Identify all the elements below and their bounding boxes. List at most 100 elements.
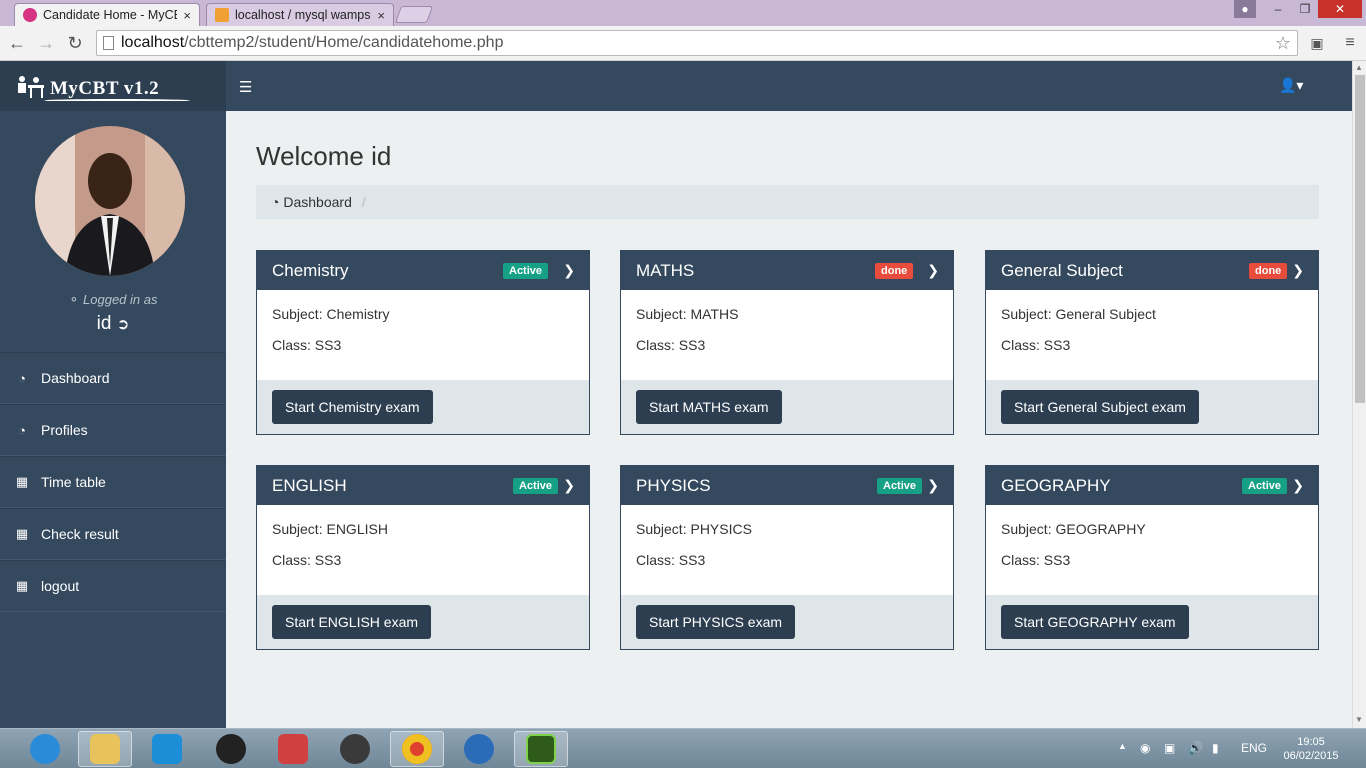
extension-icon[interactable]: ▣ bbox=[1306, 31, 1328, 55]
card-body: Subject: MATHS Class: SS3 bbox=[621, 290, 953, 380]
sidebar-item-dashboard[interactable]: ◔ Dashboard bbox=[0, 352, 226, 404]
close-tab-icon[interactable]: × bbox=[377, 8, 385, 23]
menu-toggle-icon[interactable]: ☰ bbox=[239, 78, 252, 96]
bookmark-star-icon[interactable]: ☆ bbox=[1275, 31, 1291, 55]
browser-tab-strip: Candidate Home - MyCBT × localhost / mys… bbox=[0, 0, 1366, 26]
start-exam-button[interactable]: Start PHYSICS exam bbox=[636, 605, 796, 639]
status-badge: Active bbox=[503, 263, 549, 279]
chevron-down-icon[interactable]: ❯ bbox=[927, 466, 939, 505]
exam-card-maths: MATHS done ❯ Subject: MATHS Class: SS3 S… bbox=[620, 250, 954, 435]
card-body: Subject: GEOGRAPHY Class: SS3 bbox=[986, 505, 1318, 595]
username: id bbox=[96, 313, 112, 334]
start-exam-button[interactable]: Start ENGLISH exam bbox=[272, 605, 432, 639]
breadcrumb-dashboard[interactable]: Dashboard bbox=[283, 194, 352, 210]
network-icon[interactable]: ▣ bbox=[1164, 741, 1175, 755]
tab-phpmyadmin[interactable]: localhost / mysql wampse × bbox=[206, 3, 394, 26]
chevron-down-icon[interactable]: ❯ bbox=[1292, 251, 1304, 290]
brand-title: MyCBT v1.2 bbox=[50, 78, 160, 99]
back-icon[interactable]: ← bbox=[5, 31, 29, 55]
sign-out-icon[interactable]: ➲ bbox=[117, 316, 130, 333]
card-class: Class: SS3 bbox=[636, 552, 706, 568]
scroll-thumb[interactable] bbox=[1355, 75, 1365, 403]
avatar bbox=[35, 126, 185, 276]
rocket-app-icon[interactable] bbox=[140, 731, 194, 767]
page-icon bbox=[103, 36, 114, 50]
show-hidden-icons-icon[interactable]: ▲ bbox=[1118, 741, 1127, 751]
chevron-down-icon[interactable]: ❯ bbox=[563, 251, 575, 290]
students-logo-icon bbox=[18, 76, 44, 98]
calendar-icon: ▦ bbox=[15, 526, 29, 541]
logged-in-label: ⚬ Logged in as bbox=[68, 292, 158, 307]
close-window-button[interactable]: ✕ bbox=[1318, 0, 1362, 18]
exam-card-general-subject: General Subject done ❯ Subject: General … bbox=[985, 250, 1319, 435]
pma-favicon-icon bbox=[215, 8, 229, 22]
card-body: Subject: PHYSICS Class: SS3 bbox=[621, 505, 953, 595]
profile-icon[interactable]: ● bbox=[1234, 0, 1256, 18]
ie-icon[interactable] bbox=[18, 731, 72, 767]
username-row: id ➲ bbox=[0, 313, 226, 335]
card-footer: Start Chemistry exam bbox=[257, 380, 589, 434]
dreamweaver-icon[interactable] bbox=[514, 731, 568, 767]
power-icon[interactable]: ▮ bbox=[1212, 741, 1219, 755]
reload-icon[interactable]: ↻ bbox=[63, 31, 87, 55]
url-host: localhost bbox=[121, 34, 185, 51]
scroll-up-icon[interactable]: ▲ bbox=[1355, 63, 1363, 72]
brand-underline bbox=[44, 99, 190, 102]
chevron-down-icon[interactable]: ❯ bbox=[927, 251, 939, 290]
volume-icon[interactable]: 🔊 bbox=[1188, 741, 1203, 755]
calendar-icon: ▦ bbox=[15, 578, 29, 593]
sidebar-item-time-table[interactable]: ▦ Time table bbox=[0, 456, 226, 508]
puzzle-app-icon[interactable] bbox=[266, 731, 320, 767]
sidebar-item-check-result[interactable]: ▦ Check result bbox=[0, 508, 226, 560]
maximize-button[interactable]: ❐ bbox=[1292, 0, 1318, 18]
brand-logo[interactable]: MyCBT v1.2 bbox=[0, 61, 226, 111]
start-exam-button[interactable]: Start General Subject exam bbox=[1001, 390, 1199, 424]
forward-icon[interactable]: → bbox=[34, 31, 58, 55]
card-title: PHYSICS bbox=[636, 476, 711, 495]
scroll-down-icon[interactable]: ▼ bbox=[1355, 715, 1363, 724]
url-path: /cbttemp2/student/Home/candidatehome.php bbox=[184, 34, 504, 51]
sidebar-item-label: Profiles bbox=[41, 422, 88, 438]
start-exam-button[interactable]: Start MATHS exam bbox=[636, 390, 782, 424]
taskbar: ▲ ◉ ▣ 🔊 ▮ ENG 19:05 06/02/2015 bbox=[0, 728, 1366, 768]
exam-card-physics: PHYSICS Active ❯ Subject: PHYSICS Class:… bbox=[620, 465, 954, 650]
chrome-menu-icon[interactable]: ≡ bbox=[1338, 31, 1362, 55]
card-header: Chemistry Active ❯ bbox=[257, 251, 589, 290]
browser-toolbar: ← → ↻ localhost/cbttemp2/student/Home/ca… bbox=[0, 26, 1366, 61]
chevron-down-icon[interactable]: ❯ bbox=[1292, 466, 1304, 505]
card-title: GEOGRAPHY bbox=[1001, 476, 1111, 495]
tray-app-icon[interactable]: ◉ bbox=[1140, 741, 1150, 755]
start-exam-button[interactable]: Start Chemistry exam bbox=[272, 390, 433, 424]
tab-title: localhost / mysql wampse bbox=[235, 8, 372, 22]
browser-app-icon[interactable] bbox=[452, 731, 506, 767]
start-exam-button[interactable]: Start GEOGRAPHY exam bbox=[1001, 605, 1189, 639]
chrome-icon[interactable] bbox=[390, 731, 444, 767]
address-bar[interactable]: localhost/cbttemp2/student/Home/candidat… bbox=[96, 30, 1298, 56]
site-favicon-icon bbox=[23, 8, 37, 22]
webcam-app-icon[interactable] bbox=[204, 731, 258, 767]
file-explorer-icon[interactable] bbox=[78, 731, 132, 767]
sidebar-item-profiles[interactable]: ◔ Profiles bbox=[0, 404, 226, 456]
language-indicator[interactable]: ENG bbox=[1241, 741, 1267, 755]
dashboard-icon: ◔ bbox=[18, 370, 26, 386]
tab-candidate-home[interactable]: Candidate Home - MyCBT × bbox=[14, 3, 200, 26]
card-title: General Subject bbox=[1001, 261, 1123, 280]
card-header: MATHS done ❯ bbox=[621, 251, 953, 290]
page-scrollbar[interactable]: ▲ ▼ bbox=[1352, 61, 1366, 728]
new-tab-button[interactable] bbox=[394, 6, 434, 23]
minimize-button[interactable]: – bbox=[1264, 0, 1292, 18]
card-body: Subject: ENGLISH Class: SS3 bbox=[257, 505, 589, 595]
sidebar-item-label: Check result bbox=[41, 526, 119, 542]
card-class: Class: SS3 bbox=[272, 552, 342, 568]
hp-icon[interactable] bbox=[328, 731, 382, 767]
page-title: Welcome id bbox=[256, 141, 392, 171]
clock-time: 19:05 bbox=[1297, 736, 1325, 748]
sidebar-item-logout[interactable]: ▦ logout bbox=[0, 560, 226, 612]
status-badge: Active bbox=[877, 478, 923, 494]
user-menu-dropdown[interactable]: 👤▾ bbox=[1279, 77, 1303, 94]
chevron-down-icon[interactable]: ❯ bbox=[563, 466, 575, 505]
close-tab-icon[interactable]: × bbox=[183, 8, 191, 23]
sidebar-nav: ◔ Dashboard ◔ Profiles ▦ Time table ▦ Ch… bbox=[0, 352, 226, 612]
system-clock[interactable]: 19:05 06/02/2015 bbox=[1278, 735, 1344, 763]
card-class: Class: SS3 bbox=[1001, 337, 1071, 353]
